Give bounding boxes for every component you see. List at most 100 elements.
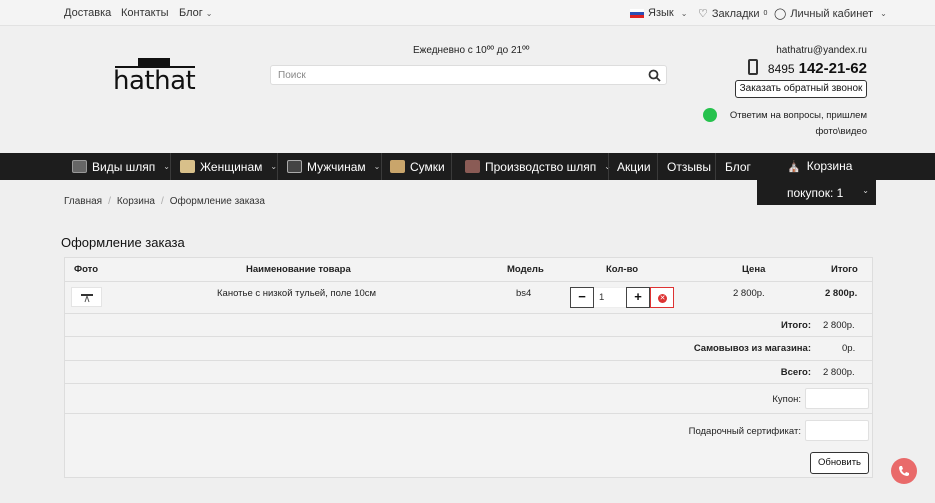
email-link[interactable]: hathatru@yandex.ru xyxy=(776,45,867,56)
call-button[interactable] xyxy=(891,458,917,484)
whatsapp-text-1: Ответим на вопросы, пришлем xyxy=(729,110,867,121)
header-qty: Кол-во xyxy=(606,264,639,275)
bookmarks-count: 0 xyxy=(763,10,768,17)
whatsapp-icon xyxy=(703,108,717,122)
quantity-stepper: − + ✕ xyxy=(570,287,674,308)
search-icon[interactable] xyxy=(648,69,661,82)
table-row: Канотье с низкой тульей, поле 10см bs4 −… xyxy=(65,282,872,314)
user-icon: ◯ xyxy=(774,8,787,20)
nav-item-bags[interactable]: Сумки xyxy=(390,153,445,180)
summary-label: Самовывоз из магазина: xyxy=(693,343,811,354)
nav-label: Мужчинам xyxy=(307,159,366,174)
header-photo: Фото xyxy=(74,264,99,275)
blog-dropdown[interactable]: Блог ⌄ xyxy=(179,7,212,19)
quantity-input[interactable] xyxy=(594,287,626,308)
nav-label: Женщинам xyxy=(200,159,263,174)
remove-button[interactable]: ✕ xyxy=(650,287,674,308)
certificate-label: Подарочный сертификат: xyxy=(688,426,801,437)
coupon-field[interactable] xyxy=(805,388,869,409)
phone-number: 142-21-62 xyxy=(798,60,867,77)
bookmarks-link[interactable]: ♡ Закладки 0 xyxy=(698,7,768,21)
coupon-label: Купон: xyxy=(772,394,801,405)
chevron-down-icon: ⌄ xyxy=(205,9,213,18)
decrease-button[interactable]: − xyxy=(570,287,594,308)
basket-icon: ⛪ xyxy=(787,160,801,173)
breadcrumb-home[interactable]: Главная xyxy=(64,196,102,207)
coupon-row: Купон: xyxy=(65,384,872,414)
summary-value: 2 800р. xyxy=(823,367,855,378)
summary-row: Итого: 2 800р. xyxy=(65,314,872,337)
product-total: 2 800р. xyxy=(825,288,858,299)
top-bar: Доставка Контакты Блог ⌄ Язык ⌄ ♡ Закладки 0… xyxy=(0,0,935,26)
men-hat-icon xyxy=(287,160,302,173)
nav-item-production[interactable]: Производство шляп⌄ xyxy=(465,153,611,180)
opening-hours: Ежедневно с 10ºº до 21ºº xyxy=(413,45,530,56)
product-name[interactable]: Канотье с низкой тульей, поле 10см xyxy=(217,288,376,299)
production-icon xyxy=(465,160,480,173)
certificate-field[interactable] xyxy=(805,420,869,441)
cart-label: Корзина xyxy=(806,159,853,173)
search-input[interactable] xyxy=(271,66,631,84)
phone[interactable]: 8495 142-21-62 xyxy=(747,57,867,77)
nav-item-hat-types[interactable]: Виды шляп ⌄ xyxy=(72,153,170,180)
breadcrumb-cart[interactable]: Корзина xyxy=(117,196,155,207)
nav-item-women[interactable]: Женщинам ⌄ xyxy=(180,153,277,180)
summary-value: 0р. xyxy=(842,343,856,354)
women-hat-icon xyxy=(180,160,195,173)
summary-row: Самовывоз из магазина: 0р. xyxy=(65,337,872,361)
phone-icon xyxy=(899,466,909,476)
bag-icon xyxy=(390,160,405,173)
breadcrumb: Главная / Корзина / Оформление заказа xyxy=(64,196,265,207)
nav-item-reviews[interactable]: Отзывы xyxy=(667,153,711,180)
account-label: Личный кабинет xyxy=(790,7,874,20)
site-header: hathat Ежедневно с 10ºº до 21ºº hathatru… xyxy=(0,26,935,153)
heart-icon: ♡ xyxy=(698,8,708,20)
phone-icon xyxy=(747,59,758,75)
chevron-down-icon: ⌄ xyxy=(680,8,688,18)
nav-item-blog[interactable]: Блог xyxy=(725,153,751,180)
account-dropdown[interactable]: ◯ Личный кабинет ⌄ xyxy=(774,7,887,21)
breadcrumb-checkout: Оформление заказа xyxy=(169,196,265,207)
hat-thumbnail xyxy=(81,294,93,303)
chevron-down-icon: ⌄ xyxy=(862,186,869,195)
certificate-row: Подарочный сертификат: xyxy=(65,414,872,446)
whatsapp-text-2: фото\видео xyxy=(815,126,867,137)
language-label: Язык xyxy=(648,7,674,19)
logo-text: hathat xyxy=(113,66,196,96)
header-model: Модель xyxy=(507,264,544,275)
blog-label: Блог xyxy=(179,7,203,19)
logo[interactable]: hathat xyxy=(113,56,199,96)
summary-value: 2 800р. xyxy=(823,320,855,331)
nav-label: Виды шляп xyxy=(92,159,156,174)
hat-icon xyxy=(72,160,87,173)
callback-button[interactable]: Заказать обратный звонок xyxy=(735,80,867,98)
header-total: Итого xyxy=(831,264,858,275)
language-dropdown[interactable]: Язык ⌄ xyxy=(630,7,687,19)
product-model: bs4 xyxy=(516,288,532,299)
cart-dropdown[interactable]: ⛪ Корзина покупок: 1 ⌄ xyxy=(757,153,876,205)
chevron-down-icon: ⌄ xyxy=(373,162,381,171)
increase-button[interactable]: + xyxy=(626,287,650,308)
chevron-down-icon: ⌄ xyxy=(163,162,170,171)
update-button[interactable]: Обновить xyxy=(810,452,869,474)
nav-label: Производство шляп xyxy=(485,159,597,174)
chevron-down-icon: ⌄ xyxy=(880,9,887,18)
phone-prefix: 8495 xyxy=(767,62,795,76)
contacts-link[interactable]: Контакты xyxy=(121,7,169,19)
summary-row: Всего: 2 800р. xyxy=(65,361,872,384)
whatsapp-link[interactable]: Ответим на вопросы, пришлем фото\видео xyxy=(703,108,867,140)
header-price: Цена xyxy=(742,264,766,275)
product-image[interactable] xyxy=(71,287,102,307)
summary-label: Итого: xyxy=(781,320,811,331)
nav-label: Сумки xyxy=(410,159,445,174)
flag-icon xyxy=(630,8,644,18)
page-title: Оформление заказа xyxy=(61,235,185,250)
search-box xyxy=(270,65,667,85)
order-table: Фото Наименование товара Модель Кол-во Ц… xyxy=(64,257,873,478)
nav-item-sales[interactable]: Акции xyxy=(617,153,651,180)
nav-item-men[interactable]: Мужчинам ⌄ xyxy=(287,153,380,180)
delivery-link[interactable]: Доставка xyxy=(64,7,111,19)
summary-label: Всего: xyxy=(780,367,811,378)
table-header: Фото Наименование товара Модель Кол-во Ц… xyxy=(65,258,872,282)
product-price: 2 800р. xyxy=(733,288,765,299)
